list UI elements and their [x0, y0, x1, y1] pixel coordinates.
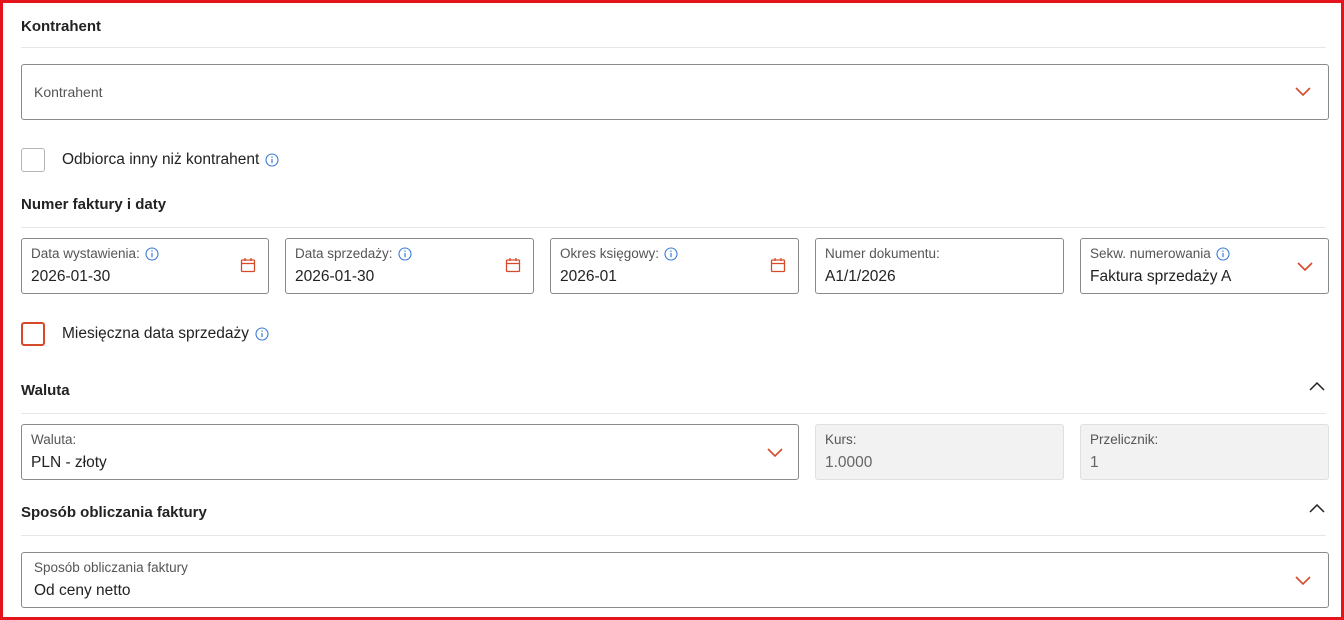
document-number-value: A1/1/2026 — [825, 268, 896, 285]
divider — [21, 535, 1326, 536]
calculation-method-select[interactable]: Sposób obliczania faktury Od ceny netto — [21, 552, 1329, 608]
exchange-rate-value: 1.0000 — [825, 454, 873, 471]
contractor-select-placeholder: Kontrahent — [34, 84, 103, 100]
divider — [21, 413, 1326, 414]
section-title-contractor: Kontrahent — [21, 18, 101, 35]
currency-value: PLN - złoty — [31, 454, 107, 471]
numbering-sequence-value: Faktura sprzedaży A — [1090, 268, 1232, 285]
converter-value: 1 — [1090, 454, 1099, 471]
info-icon[interactable] — [255, 327, 269, 341]
currency-label: Waluta: — [31, 432, 77, 447]
issue-date-label-wrap: Data wystawienia: — [31, 246, 159, 261]
accounting-period-label: Okres księgowy: — [560, 246, 660, 261]
other-recipient-checkbox[interactable] — [21, 148, 45, 172]
monthly-sale-date-label: Miesięczna data sprzedaży — [62, 325, 249, 342]
monthly-sale-date-label-wrap: Miesięczna data sprzedaży — [62, 325, 269, 343]
document-number-label: Numer dokumentu: — [825, 246, 940, 261]
issue-date-value: 2026-01-30 — [31, 268, 111, 285]
issue-date-field[interactable]: Data wystawienia: 2026-01-30 — [21, 238, 269, 294]
info-icon[interactable] — [397, 246, 412, 261]
info-icon[interactable] — [664, 246, 678, 261]
contractor-select[interactable]: Kontrahent — [21, 64, 1329, 120]
numbering-sequence-select[interactable]: Sekw. numerowania Faktura sprzedaży A — [1080, 238, 1329, 294]
issue-date-label: Data wystawienia: — [31, 246, 140, 261]
currency-select[interactable]: Waluta: PLN - złoty — [21, 424, 799, 480]
invoice-form: Kontrahent Kontrahent Odbiorca inny niż … — [0, 0, 1344, 620]
chevron-down-icon — [1295, 576, 1311, 586]
monthly-sale-date-checkbox[interactable] — [21, 322, 45, 346]
info-icon[interactable] — [1216, 246, 1230, 261]
divider — [21, 227, 1326, 228]
calculation-method-label: Sposób obliczania faktury — [34, 560, 188, 575]
section-title-invoice: Numer faktury i daty — [21, 196, 167, 213]
sale-date-label: Data sprzedaży: — [295, 246, 393, 261]
chevron-up-icon[interactable] — [1309, 381, 1325, 391]
calendar-icon[interactable] — [505, 257, 521, 273]
chevron-down-icon — [767, 448, 783, 458]
info-icon[interactable] — [265, 153, 279, 167]
info-icon[interactable] — [145, 246, 159, 261]
exchange-rate-field: Kurs: 1.0000 — [815, 424, 1064, 480]
accounting-period-value: 2026-01 — [560, 268, 617, 285]
numbering-sequence-label-wrap: Sekw. numerowania — [1090, 246, 1230, 261]
chevron-down-icon — [1297, 262, 1313, 272]
chevron-up-icon[interactable] — [1309, 503, 1325, 513]
document-number-field[interactable]: Numer dokumentu: A1/1/2026 — [815, 238, 1064, 294]
calculation-method-value: Od ceny netto — [34, 582, 131, 599]
divider — [21, 47, 1326, 48]
section-title-currency: Waluta — [21, 382, 70, 399]
section-title-calculation: Sposób obliczania faktury — [21, 504, 207, 521]
converter-field: Przelicznik: 1 — [1080, 424, 1329, 480]
sale-date-value: 2026-01-30 — [295, 268, 375, 285]
exchange-rate-label: Kurs: — [825, 432, 857, 447]
numbering-sequence-label: Sekw. numerowania — [1090, 246, 1211, 261]
calendar-icon[interactable] — [770, 257, 786, 273]
sale-date-field[interactable]: Data sprzedaży: 2026-01-30 — [285, 238, 534, 294]
other-recipient-label: Odbiorca inny niż kontrahent — [62, 151, 260, 168]
sale-date-label-wrap: Data sprzedaży: — [295, 246, 412, 261]
accounting-period-label-wrap: Okres księgowy: — [560, 246, 678, 261]
accounting-period-field[interactable]: Okres księgowy: 2026-01 — [550, 238, 799, 294]
other-recipient-label-wrap: Odbiorca inny niż kontrahent — [62, 151, 279, 169]
chevron-down-icon — [1295, 87, 1311, 97]
calendar-icon[interactable] — [240, 257, 256, 273]
converter-label: Przelicznik: — [1090, 432, 1159, 447]
